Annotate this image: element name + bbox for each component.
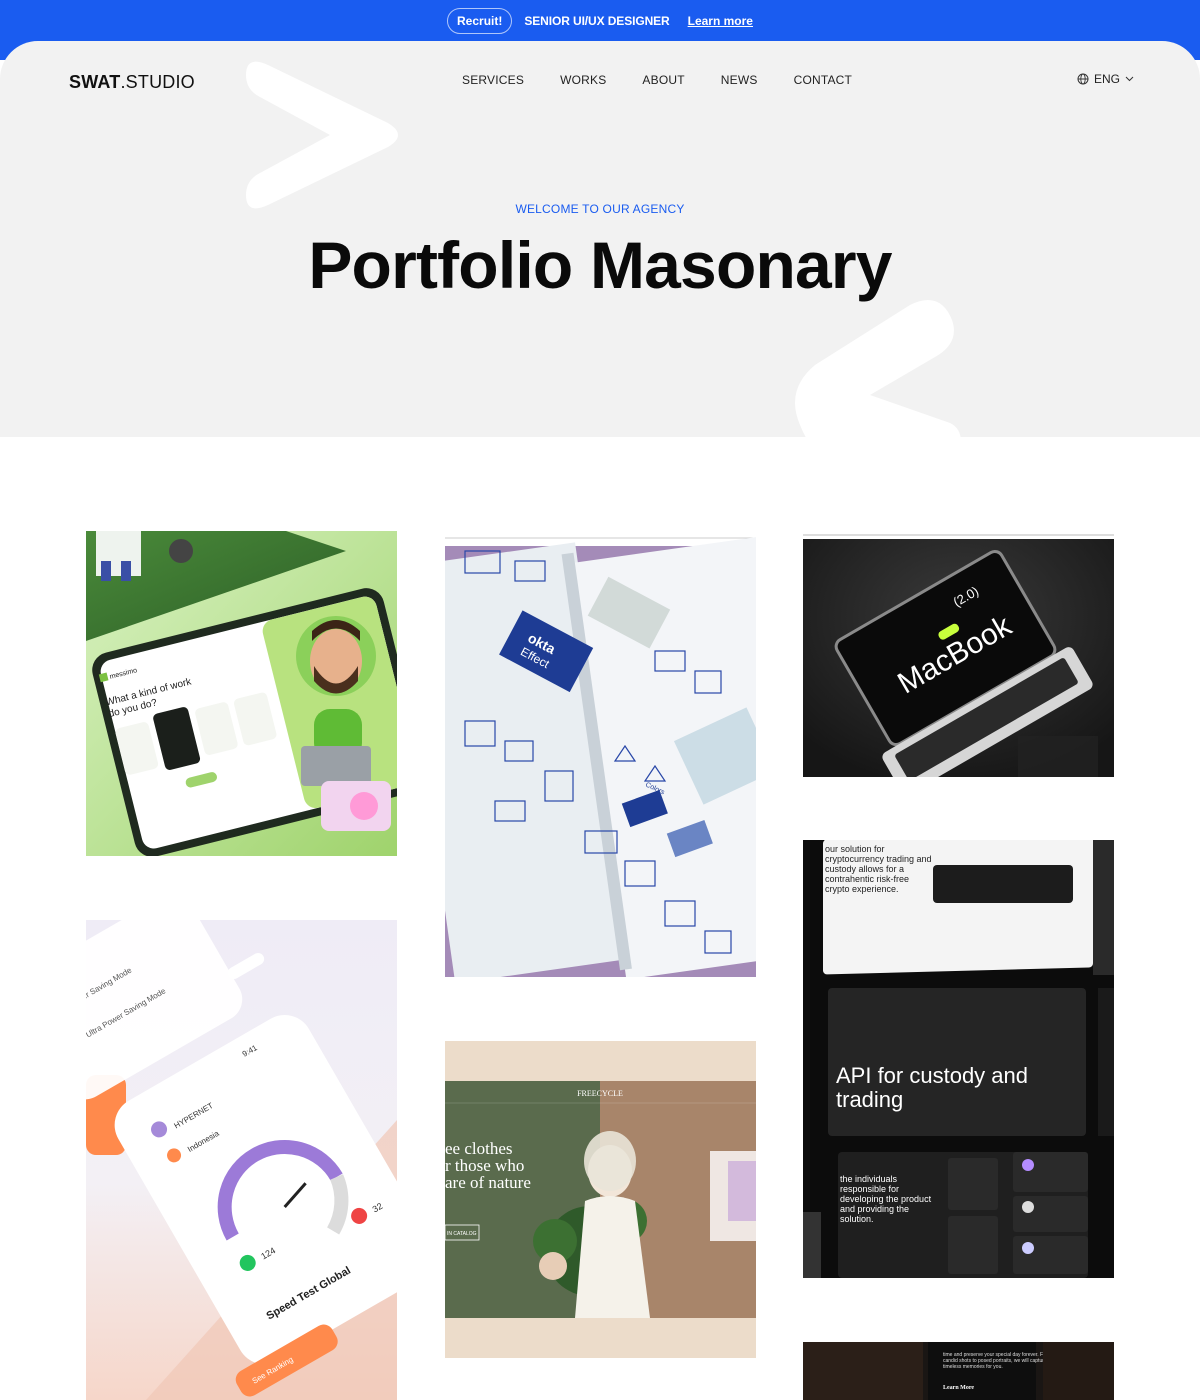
crypto-team-text: the individuals responsible for developi… [840, 1174, 932, 1224]
nav-contact[interactable]: CONTACT [794, 73, 853, 87]
hero-eyebrow: WELCOME TO OUR AGENCY [515, 202, 685, 216]
portfolio-card-messimo[interactable]: messimo What a kind of work do you do? [86, 531, 397, 856]
speedtest-artwork: Active Power Saving Mode Active Ultra Po… [86, 920, 397, 1400]
messimo-artwork: messimo What a kind of work do you do? [86, 531, 397, 856]
wedding-learn-more: Learn More [943, 1385, 974, 1391]
page-title: Portfolio Masonary [308, 228, 892, 302]
main-nav: SERVICES WORKS ABOUT NEWS CONTACT [462, 73, 852, 87]
portfolio-card-macbook[interactable]: MacBook (2.0) [803, 531, 1114, 777]
decorative-arrow-shape [795, 300, 961, 437]
portfolio-card-speedtest[interactable]: Active Power Saving Mode Active Ultra Po… [86, 920, 397, 1400]
portfolio-card-crypto-api[interactable]: our solution for cryptocurrency trading … [803, 840, 1114, 1278]
wedding-text: time and preserve your special day forev… [943, 1352, 1052, 1370]
svg-text:are of nature: are of nature [445, 1173, 531, 1192]
svg-text:FREECYCLE: FREECYCLE [577, 1089, 623, 1098]
crypto-api-artwork: our solution for cryptocurrency trading … [803, 840, 1114, 1278]
brand-logo[interactable]: SWAT.STUDIO [69, 72, 195, 93]
promo-role: SENIOR UI/UX DESIGNER [524, 14, 670, 28]
globe-icon [1077, 73, 1089, 85]
language-label: ENG [1094, 72, 1121, 86]
okta-artwork: okta Effect Colors [445, 531, 756, 977]
recruit-badge: Recruit! [447, 8, 513, 34]
nav-about[interactable]: ABOUT [642, 73, 684, 87]
decorative-arrow-shape [246, 61, 398, 209]
nav-works[interactable]: WORKS [560, 73, 606, 87]
crypto-headline: API for custody and trading [836, 1064, 1028, 1112]
crypto-intro-text: our solution for cryptocurrency trading … [825, 844, 932, 894]
portfolio-card-okta[interactable]: okta Effect Colors [445, 531, 756, 977]
nav-services[interactable]: SERVICES [462, 73, 524, 87]
svg-text:IN CATALOG: IN CATALOG [447, 1231, 477, 1237]
learn-more-link[interactable]: Learn more [688, 14, 753, 28]
macbook-artwork: MacBook (2.0) [803, 531, 1114, 777]
hero-section: SWAT.STUDIO SERVICES WORKS ABOUT NEWS CO… [0, 41, 1200, 437]
chevron-down-icon [1125, 76, 1134, 82]
language-selector[interactable]: ENG [1077, 72, 1134, 86]
wedding-artwork: time and preserve your special day forev… [803, 1342, 1114, 1400]
portfolio-card-wedding[interactable]: time and preserve your special day forev… [803, 1342, 1114, 1400]
nav-news[interactable]: NEWS [721, 73, 758, 87]
portfolio-card-freecycle[interactable]: FREECYCLE ee clothes r those who are of … [445, 1041, 756, 1358]
freecycle-artwork: FREECYCLE ee clothes r those who are of … [445, 1041, 756, 1358]
